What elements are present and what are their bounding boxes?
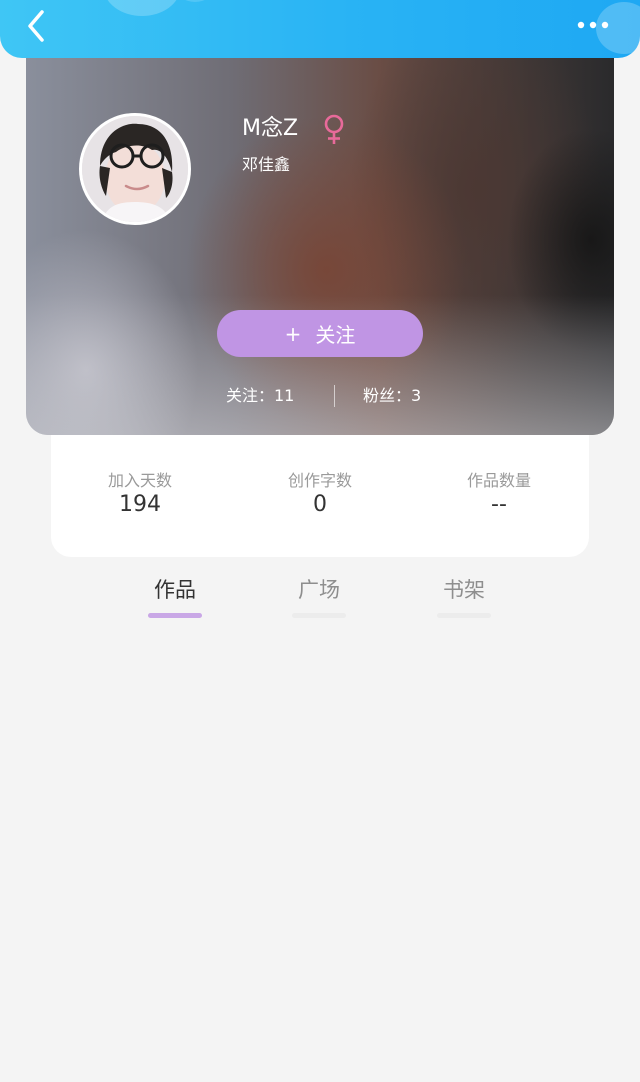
stat-label: 创作字数	[287, 471, 352, 490]
stat-label: 加入天数	[107, 471, 172, 490]
tab-underline	[148, 613, 202, 618]
more-options-button[interactable]	[572, 10, 616, 40]
follow-button-label: 关注	[315, 323, 356, 347]
following-count[interactable]: 关注：11	[226, 384, 294, 408]
avatar-photo-icon	[82, 116, 188, 222]
stat-join-days: 加入天数 194	[70, 470, 210, 518]
stat-value: 194	[119, 492, 161, 517]
stats-divider	[334, 385, 335, 407]
profile-cover-background	[26, 40, 614, 435]
tab-underline	[437, 613, 491, 618]
tab-works[interactable]: 作品	[135, 574, 215, 618]
stat-label: 作品数量	[466, 471, 531, 490]
tab-bookshelf[interactable]: 书架	[424, 574, 504, 618]
chevron-left-icon	[28, 10, 44, 42]
real-name: 邓佳鑫	[242, 155, 291, 174]
back-button[interactable]	[18, 6, 54, 46]
more-dots-icon	[577, 21, 609, 29]
follow-button[interactable]: + 关注	[217, 310, 423, 357]
tab-label: 作品	[154, 578, 196, 602]
followers-count[interactable]: 粉丝：3	[363, 384, 421, 408]
tab-label: 书架	[443, 578, 485, 602]
stat-works-count: 作品数量 --	[429, 470, 569, 518]
top-header-bar	[0, 0, 640, 58]
stat-value: 0	[313, 492, 327, 517]
profile-page: M念Z 邓佳鑫 + 关注 关注：11 粉丝：3 加入天数 194 创作字数 0 …	[0, 0, 640, 1082]
female-icon	[321, 113, 347, 145]
username: M念Z	[242, 116, 299, 141]
plus-icon: +	[284, 321, 302, 346]
avatar[interactable]	[79, 113, 191, 225]
tab-underline	[292, 613, 346, 618]
stat-word-count: 创作字数 0	[250, 470, 390, 518]
stat-value: --	[491, 492, 507, 517]
tab-label: 广场	[298, 578, 340, 602]
tab-plaza[interactable]: 广场	[279, 574, 359, 618]
